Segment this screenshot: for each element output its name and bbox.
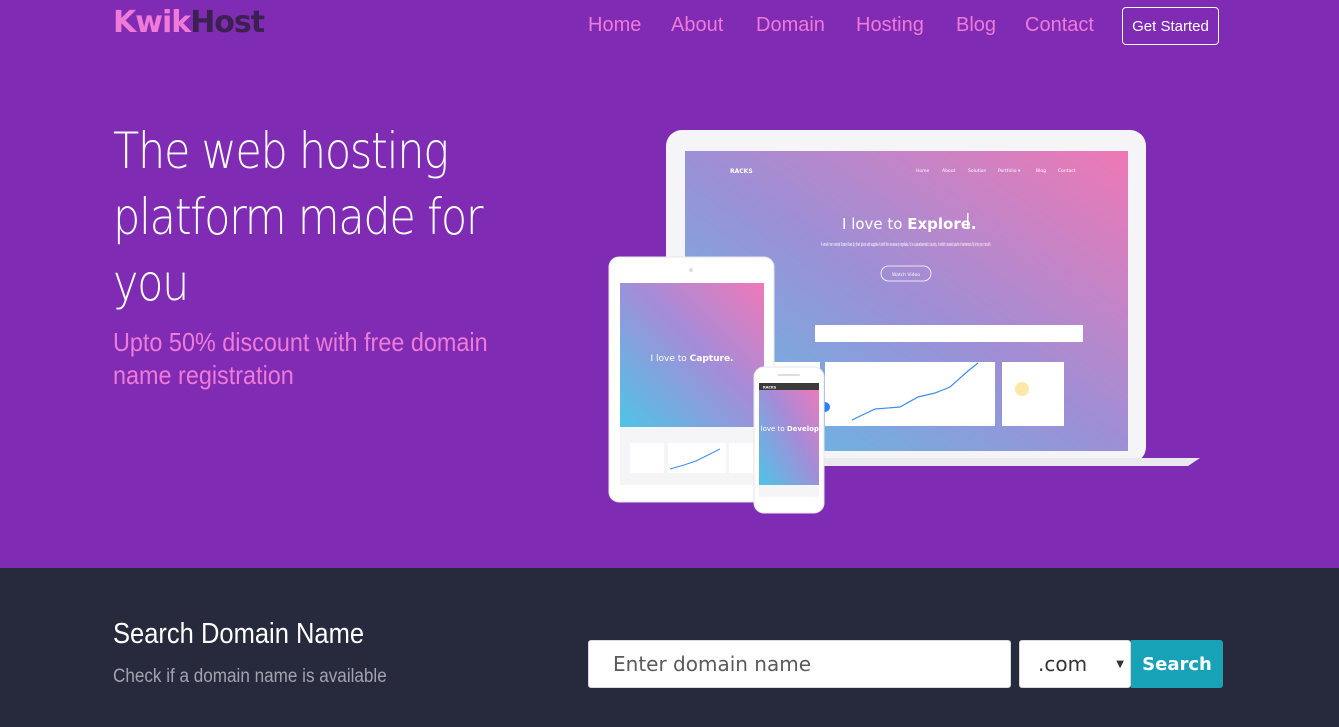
tablet-mockup: I love to Capture. [608, 256, 775, 503]
domain-search-subtitle: Check if a domain name is available [113, 666, 387, 687]
hero-subheadline: Upto 50% discount with free domain name … [113, 327, 488, 390]
chevron-down-icon: ▼ [1116, 659, 1124, 670]
laptop-tagline-prefix: I love to [842, 215, 907, 233]
nav-domain[interactable]: Domain [756, 14, 825, 37]
brand-logo-part2: Host [190, 5, 265, 40]
domain-name-input[interactable] [588, 640, 1011, 688]
laptop-tagline-word: Explore. [907, 215, 976, 233]
laptop-nav-4: Blog [1036, 168, 1046, 174]
device-mockup-image: RACKS Home About Solution Portfolio ▾ Bl… [608, 130, 1200, 514]
hero-headline: The web hosting platform made for you [113, 122, 484, 312]
laptop-watch-button: Watch Video [892, 272, 920, 278]
tld-selected-value: .com [1038, 652, 1088, 676]
laptop-nav-1: About [942, 168, 956, 174]
tld-select[interactable]: .com ▼ [1019, 640, 1131, 688]
brand-logo-part1: Kwik [113, 5, 191, 40]
get-started-button[interactable]: Get Started [1122, 7, 1219, 45]
brand-logo[interactable]: KwikHost [113, 5, 265, 40]
tablet-tagline: I love to Capture. [651, 354, 734, 364]
domain-search-title: Search Domain Name [113, 618, 365, 650]
phone-mockup: RACKS I love to Develop. [753, 366, 825, 514]
phone-tagline: I love to Develop. [756, 425, 821, 433]
nav-about[interactable]: About [671, 14, 723, 37]
laptop-nav-3: Portfolio ▾ [998, 168, 1021, 174]
nav-home[interactable]: Home [588, 14, 641, 37]
laptop-nav-2: Solution [968, 168, 986, 174]
phone-brand: RACKS [763, 386, 777, 390]
phone-tagline-word: Develop. [787, 425, 822, 433]
laptop-nav-0: Home [916, 168, 930, 174]
search-button[interactable]: Search [1131, 640, 1223, 688]
nav-contact[interactable]: Contact [1025, 14, 1094, 37]
tablet-tagline-prefix: I love to [651, 354, 690, 364]
laptop-tagline: I love to Explore. [842, 215, 977, 233]
phone-tagline-prefix: I love to [756, 425, 786, 433]
laptop-nav-5: Contact [1058, 168, 1076, 174]
nav-hosting[interactable]: Hosting [856, 14, 924, 37]
nav-blog[interactable]: Blog [956, 14, 996, 37]
laptop-brand: RACKS [730, 168, 753, 175]
laptop-body-text: A small river named Duden flows by their… [821, 242, 991, 248]
tablet-tagline-word: Capture. [690, 354, 734, 364]
